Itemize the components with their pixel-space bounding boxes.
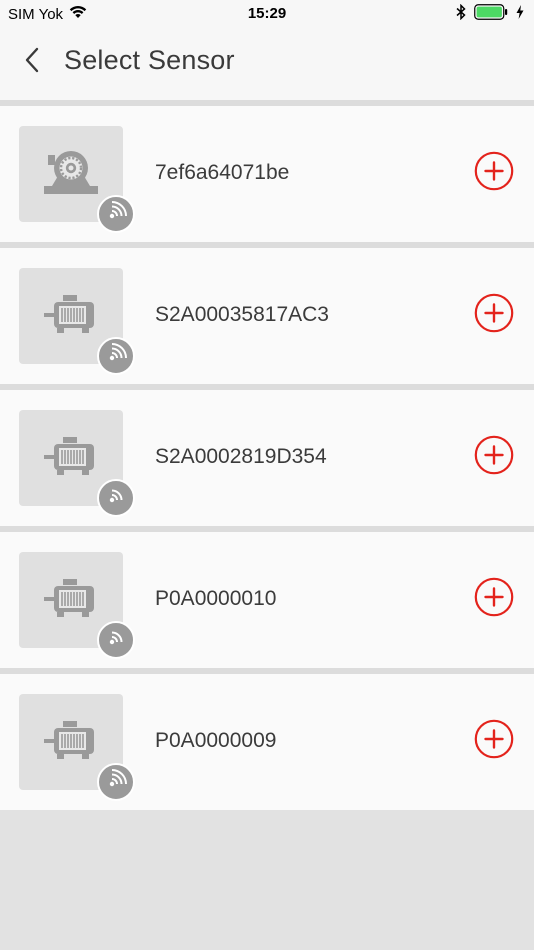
signal-badge [97,195,135,233]
sensor-row[interactable]: P0A0000010 [0,532,534,668]
add-sensor-button[interactable] [474,151,514,196]
navigation-bar: Select Sensor [0,28,534,100]
battery-icon [474,4,508,24]
signal-badge [97,337,135,375]
page-title: Select Sensor [64,45,235,75]
add-sensor-button[interactable] [474,577,514,622]
motor-icon [42,718,100,767]
plus-circle-icon [474,719,514,764]
add-sensor-button[interactable] [474,293,514,338]
sensor-name: S2A0002819D354 [155,445,327,468]
plus-circle-icon [474,577,514,622]
signal-badge [97,763,135,801]
charging-icon [516,5,524,23]
motor-icon [42,434,100,483]
back-button[interactable] [14,44,50,80]
sensor-row[interactable]: 7ef6a64071be [0,106,534,242]
bluetooth-icon [456,3,466,24]
signal-waves-icon [104,200,128,229]
signal-waves-icon [104,626,128,655]
sensor-row[interactable]: P0A0000009 [0,674,534,810]
sensor-list: 7ef6a64071be S2A00035817AC3 S2A0002819D3… [0,100,534,810]
sensor-name: P0A0000009 [155,729,277,752]
sensor-name: S2A00035817AC3 [155,303,329,326]
signal-waves-icon [104,484,128,513]
signal-badge [97,479,135,517]
status-time: 15:29 [247,5,287,22]
sensor-row[interactable]: S2A00035817AC3 [0,248,534,384]
plus-circle-icon [474,151,514,196]
chevron-left-icon [24,47,40,78]
signal-waves-icon [104,342,128,371]
sensor-name: 7ef6a64071be [155,161,290,184]
add-sensor-button[interactable] [474,435,514,480]
signal-waves-icon [104,768,128,797]
status-bar: SIM Yok 15:29 [0,0,534,28]
sensor-name: P0A0000010 [155,587,277,610]
screen: SIM Yok 15:29 Select Sensor 7ef6a64071be… [0,0,534,950]
motor-icon [42,576,100,625]
plus-circle-icon [474,293,514,338]
motor-icon [42,292,100,341]
plus-circle-icon [474,435,514,480]
bearing-icon [40,148,102,201]
sensor-row[interactable]: S2A0002819D354 [0,390,534,526]
add-sensor-button[interactable] [474,719,514,764]
signal-badge [97,621,135,659]
status-right-group [456,3,524,24]
